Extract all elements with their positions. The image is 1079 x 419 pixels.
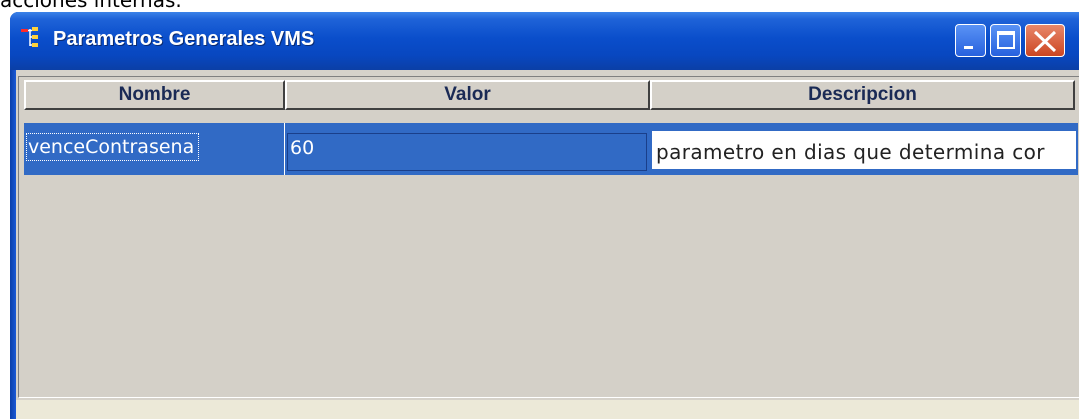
cell-valor-value: 60 [287,133,647,171]
cell-descripcion[interactable]: parametro en dias que determina cor [650,123,1078,175]
window-bottom-strip [16,400,1079,419]
tree-hierarchy-icon [20,26,46,52]
cell-nombre-value: venceContrasena [26,133,200,161]
cell-nombre[interactable]: venceContrasena [24,123,280,175]
table-row[interactable]: venceContrasena 60 parametro en dias que… [24,123,1078,175]
background-text: acciones internas. [0,0,182,12]
window-client-area: Nombre Valor Descripcion venceContrasena… [16,70,1079,419]
minimize-icon [964,46,973,49]
window-title: Parametros Generales VMS [53,28,315,50]
cell-valor[interactable]: 60 [284,123,647,175]
close-icon [1033,30,1057,53]
maximize-icon [997,31,1015,49]
parametros-window: Parametros Generales VMS Nombre Valor De… [10,12,1079,419]
cell-descripcion-value: parametro en dias que determina cor [650,129,1078,171]
title-bar[interactable]: Parametros Generales VMS [10,12,1079,70]
parametros-table[interactable]: Nombre Valor Descripcion venceContrasena… [18,76,1079,398]
screen: acciones internas. Parametros Generales … [0,0,1079,419]
column-header-nombre[interactable]: Nombre [24,80,285,110]
maximize-button[interactable] [990,24,1021,57]
column-header-valor[interactable]: Valor [285,80,650,110]
minimize-button[interactable] [955,24,986,57]
column-header-descripcion[interactable]: Descripcion [650,80,1075,110]
close-button[interactable] [1025,24,1065,57]
